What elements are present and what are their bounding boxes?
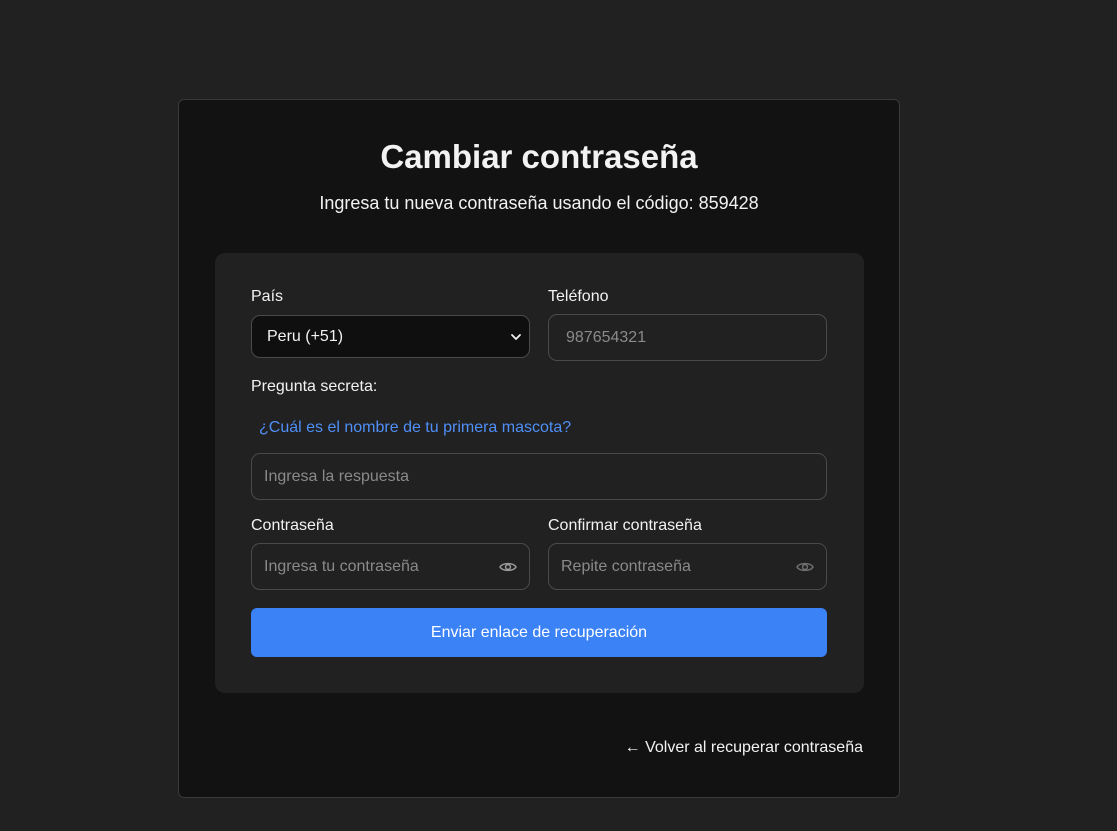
password-label: Contraseña	[251, 517, 334, 534]
recovery-card: Cambiar contraseña Ingresa tu nueva cont…	[178, 99, 900, 798]
chevron-down-icon	[511, 333, 521, 340]
page-subtitle: Ingresa tu nueva contraseña usando el có…	[319, 193, 759, 213]
country-select[interactable]: Peru (+51)	[251, 315, 530, 358]
eye-icon[interactable]	[499, 560, 517, 574]
confirm-password-field-wrapper	[548, 543, 827, 590]
form-panel: País Peru (+51) Teléfono Pregunta secret…	[215, 253, 864, 693]
country-label: País	[251, 288, 284, 305]
page-title: Cambiar contraseña	[380, 138, 698, 175]
password-field-wrapper	[251, 543, 530, 590]
country-select-value: Peru (+51)	[267, 327, 344, 345]
phone-label: Teléfono	[548, 288, 609, 305]
phone-field-wrapper	[548, 314, 827, 361]
eye-icon[interactable]	[796, 560, 814, 574]
secret-question-label: Pregunta secreta:	[251, 378, 378, 395]
secret-question-text: ¿Cuál es el nombre de tu primera mascota…	[259, 419, 572, 436]
confirm-password-input[interactable]	[549, 544, 826, 589]
answer-input[interactable]	[252, 454, 826, 499]
answer-field-wrapper	[251, 453, 827, 500]
back-link[interactable]: ← Volver al recuperar contraseña	[625, 739, 863, 757]
password-input[interactable]	[252, 544, 529, 589]
confirm-password-label: Confirmar contraseña	[548, 517, 702, 534]
submit-button[interactable]: Enviar enlace de recuperación	[251, 608, 827, 657]
phone-input[interactable]	[549, 315, 826, 360]
